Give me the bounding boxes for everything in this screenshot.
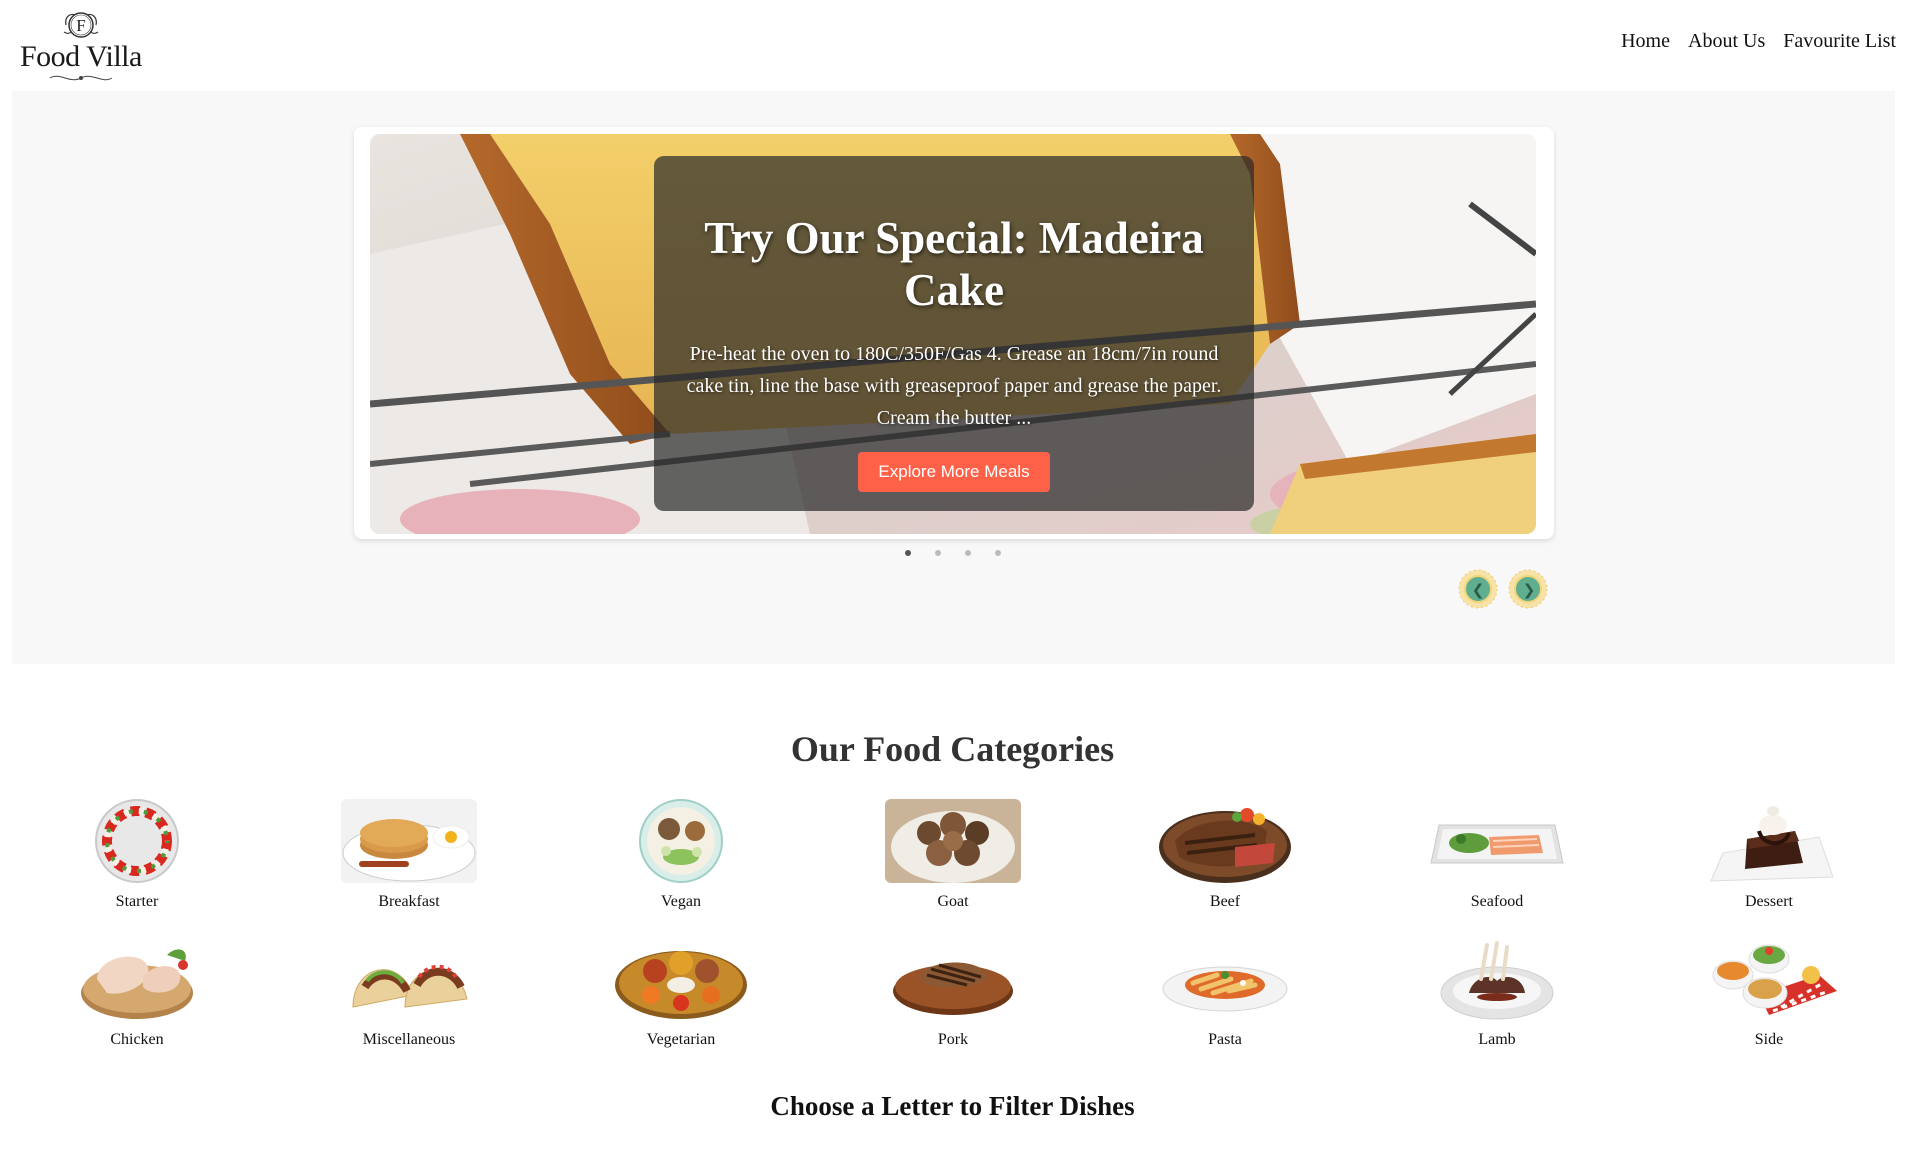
category-label: Seafood	[1470, 893, 1524, 910]
category-side[interactable]: Side	[1689, 935, 1849, 1049]
slide-caption: Try Our Special: Madeira Cake Pre-heat t…	[654, 156, 1254, 511]
seafood-plate-icon	[1430, 824, 1564, 864]
steak-icon	[1159, 808, 1291, 883]
nav-about-link[interactable]: About Us	[1688, 30, 1765, 53]
pasta-icon	[1162, 966, 1288, 1012]
category-label: Dessert	[1745, 893, 1793, 910]
carousel-prev-button[interactable]: ❮	[1458, 569, 1498, 609]
category-label: Beef	[1209, 893, 1241, 910]
category-label: Pasta	[1208, 1031, 1242, 1048]
chevron-left-icon: ❮	[1472, 581, 1485, 599]
goat-dish-icon	[885, 799, 1021, 883]
starter-plate-icon	[95, 799, 179, 883]
nav-favourites-link[interactable]: Favourite List	[1783, 30, 1896, 53]
logo-flourish-icon	[49, 75, 113, 81]
nav-home-link[interactable]: Home	[1621, 30, 1670, 53]
category-lamb[interactable]: Lamb	[1417, 935, 1577, 1049]
explore-more-meals-button[interactable]: Explore More Meals	[858, 452, 1050, 492]
carousel-slide: Try Our Special: Madeira Cake Pre-heat t…	[370, 134, 1536, 534]
pork-chop-icon	[893, 962, 1013, 1015]
category-vegan[interactable]: Vegan	[601, 797, 761, 911]
hero-carousel: Try Our Special: Madeira Cake Pre-heat t…	[354, 127, 1554, 539]
category-beef[interactable]: Beef	[1145, 797, 1305, 911]
category-label: Starter	[115, 893, 159, 910]
logo-emblem-icon: F	[63, 12, 99, 38]
category-goat[interactable]: Goat	[873, 797, 1033, 911]
carousel-indicators	[905, 550, 1001, 556]
category-label: Lamb	[1478, 1031, 1516, 1048]
breakfast-plate-icon	[341, 799, 477, 883]
site-header: F Food Villa Home About Us Favourite Lis…	[0, 0, 1905, 91]
carousel-dot-1[interactable]	[905, 550, 911, 556]
carousel-dot-4[interactable]	[995, 550, 1001, 556]
category-pork[interactable]: Pork	[873, 935, 1033, 1049]
category-label: Side	[1754, 1031, 1784, 1048]
vegan-bowl-icon	[639, 799, 723, 883]
category-miscellaneous[interactable]: Miscellaneous	[329, 935, 489, 1049]
main-nav: Home About Us Favourite List	[1621, 30, 1896, 53]
category-seafood[interactable]: Seafood	[1417, 797, 1577, 911]
category-label: Goat	[937, 893, 969, 910]
hero-section: Try Our Special: Madeira Cake Pre-heat t…	[12, 91, 1895, 664]
logo-initial: F	[76, 16, 85, 35]
slide-description: Pre-heat the oven to 180C/350F/Gas 4. Gr…	[686, 343, 1222, 429]
carousel-next-button[interactable]: ❯	[1508, 569, 1548, 609]
category-label: Vegan	[661, 893, 701, 910]
category-pasta[interactable]: Pasta	[1145, 935, 1305, 1049]
chevron-right-icon: ❯	[1523, 581, 1536, 599]
category-breakfast[interactable]: Breakfast	[329, 797, 489, 911]
category-label: Chicken	[110, 1031, 164, 1048]
brand-logo[interactable]: F Food Villa	[18, 6, 144, 82]
categories-heading: Our Food Categories	[790, 729, 1115, 769]
category-chicken[interactable]: Chicken	[57, 935, 217, 1049]
category-label: Vegetarian	[646, 1031, 716, 1048]
filter-heading: Choose a Letter to Filter Dishes	[770, 1091, 1135, 1121]
taco-icon	[352, 964, 468, 1008]
category-vegetarian[interactable]: Vegetarian	[601, 935, 761, 1049]
slide-title: Try Our Special: Madeira Cake	[704, 213, 1204, 315]
category-label: Pork	[937, 1031, 969, 1048]
category-starter[interactable]: Starter	[57, 797, 217, 911]
chicken-icon	[81, 949, 193, 1019]
cake-icon	[1710, 806, 1834, 882]
brand-name: Food Villa	[20, 40, 142, 73]
lamb-rack-icon	[1440, 941, 1554, 1020]
thali-icon	[615, 951, 747, 1019]
side-dishes-icon	[1712, 944, 1837, 1015]
carousel-dot-3[interactable]	[965, 550, 971, 556]
carousel-dot-2[interactable]	[935, 550, 941, 556]
category-dessert[interactable]: Dessert	[1689, 797, 1849, 911]
category-label: Miscellaneous	[362, 1031, 456, 1048]
category-label: Breakfast	[378, 893, 440, 910]
